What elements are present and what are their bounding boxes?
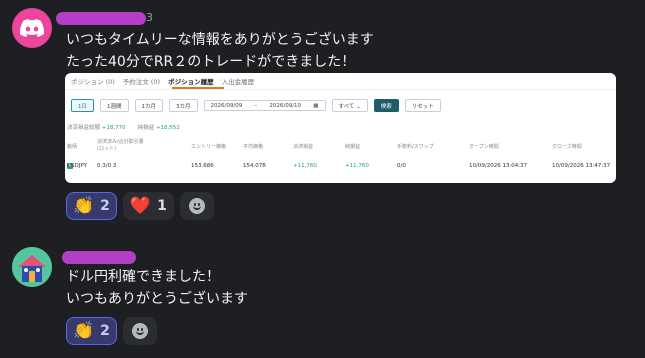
col-pnl: 決済損益 (293, 144, 314, 150)
col-close: クローズ時間 (552, 144, 582, 150)
discord-avatar[interactable] (12, 8, 52, 48)
date-to: 2026/09/10 (269, 102, 302, 109)
cell-net: +11,760 (345, 163, 369, 169)
cell-pnl: +11,760 (293, 163, 317, 169)
reset-button: リセット (404, 99, 441, 112)
cell-lots: 0.3/0.3 (97, 163, 117, 169)
smiley-icon (131, 323, 148, 339)
smiley-icon (188, 198, 205, 214)
cell-open: 10/09/2026 13:04:37 (469, 163, 528, 169)
reaction-count: 2 (100, 323, 110, 339)
cell-close: 10/09/2026 13:47:37 (552, 163, 611, 169)
timestamp: 3 (146, 11, 153, 24)
period-1w: 1週間 (100, 99, 129, 112)
reaction-count: 2 (100, 198, 110, 214)
message-line-2: いつもありがとうございます (66, 291, 248, 307)
username-redacted[interactable] (62, 251, 136, 264)
reaction-heart[interactable]: ❤️ 1 (122, 192, 174, 220)
date-from: 2026/09/09 (210, 102, 243, 109)
net-summary: 純損益 +18,552 (137, 125, 180, 131)
clap-icon: 👏 (73, 195, 95, 216)
tab-position-history: ポジション履歴 (168, 78, 214, 86)
cell-fee: 0/0 (397, 163, 406, 169)
reactions-1: 👏 2 ❤️ 1 (66, 192, 214, 220)
house-avatar-icon (12, 247, 52, 287)
settled-summary: 決済損益総額 +18,770 (67, 125, 126, 131)
calendar-icon: ▦ (313, 102, 319, 109)
message-line-1: ドル円利確できました！ (66, 269, 220, 285)
cell-avg: 154.078 (243, 163, 266, 169)
add-reaction-button[interactable] (179, 192, 214, 220)
col-symbol: 銘柄 (67, 144, 78, 150)
period-3m: 3カ月 (169, 99, 198, 112)
filter-select: すべて ⌄ (331, 99, 368, 112)
screenshot-tabs: ポジション (0) 予約注文 (0) ポジション履歴 入出金履歴 (71, 76, 254, 86)
message-line-1: いつもタイムリーな情報をありがとうございます (66, 32, 374, 48)
user-avatar[interactable] (12, 247, 52, 287)
col-lots: 決済済み/合計取引量 (ロット) (97, 139, 144, 152)
discord-logo-icon (20, 19, 44, 37)
add-reaction-button[interactable] (122, 317, 157, 345)
message-line-2: たった40分でRR２のトレードができました！ (66, 54, 356, 70)
search-button: 検索 (373, 99, 399, 112)
heart-icon: ❤️ (129, 195, 152, 216)
tab-deposits: 入出金履歴 (221, 78, 255, 86)
reactions-2: 👏 2 (66, 317, 157, 345)
tab-positions: ポジション (0) (71, 78, 115, 86)
col-open: オープン時間 (469, 144, 499, 150)
period-1m: 1カ月 (134, 99, 163, 112)
col-fee: 手数料/スワップ (397, 144, 434, 150)
username-redacted[interactable] (56, 12, 146, 25)
summary-row: 決済損益総額 +18,770 純損益 +18,552 (67, 123, 180, 131)
reaction-clap[interactable]: 👏 2 (66, 317, 117, 345)
tab-orders: 予約注文 (0) (122, 78, 161, 86)
col-avg: 平均価格 (243, 144, 264, 150)
reaction-count: 1 (157, 198, 167, 214)
cell-entry: 153.686 (191, 163, 214, 169)
period-1d: 1日 (71, 99, 94, 112)
trade-history-screenshot[interactable]: ポジション (0) 予約注文 (0) ポジション履歴 入出金履歴 1日 1週間 … (65, 73, 616, 183)
divider (65, 89, 616, 90)
col-net: 純損益 (345, 144, 361, 150)
filter-row: 1日 1週間 1カ月 3カ月 2026/09/09 – 2026/09/10 ▦… (71, 99, 441, 112)
col-entry: エントリー価格 (191, 144, 227, 150)
date-range: 2026/09/09 – 2026/09/10 ▦ (203, 100, 326, 111)
reaction-clap[interactable]: 👏 2 (66, 192, 117, 220)
clap-icon: 👏 (73, 320, 95, 341)
date-separator: – (254, 102, 258, 109)
